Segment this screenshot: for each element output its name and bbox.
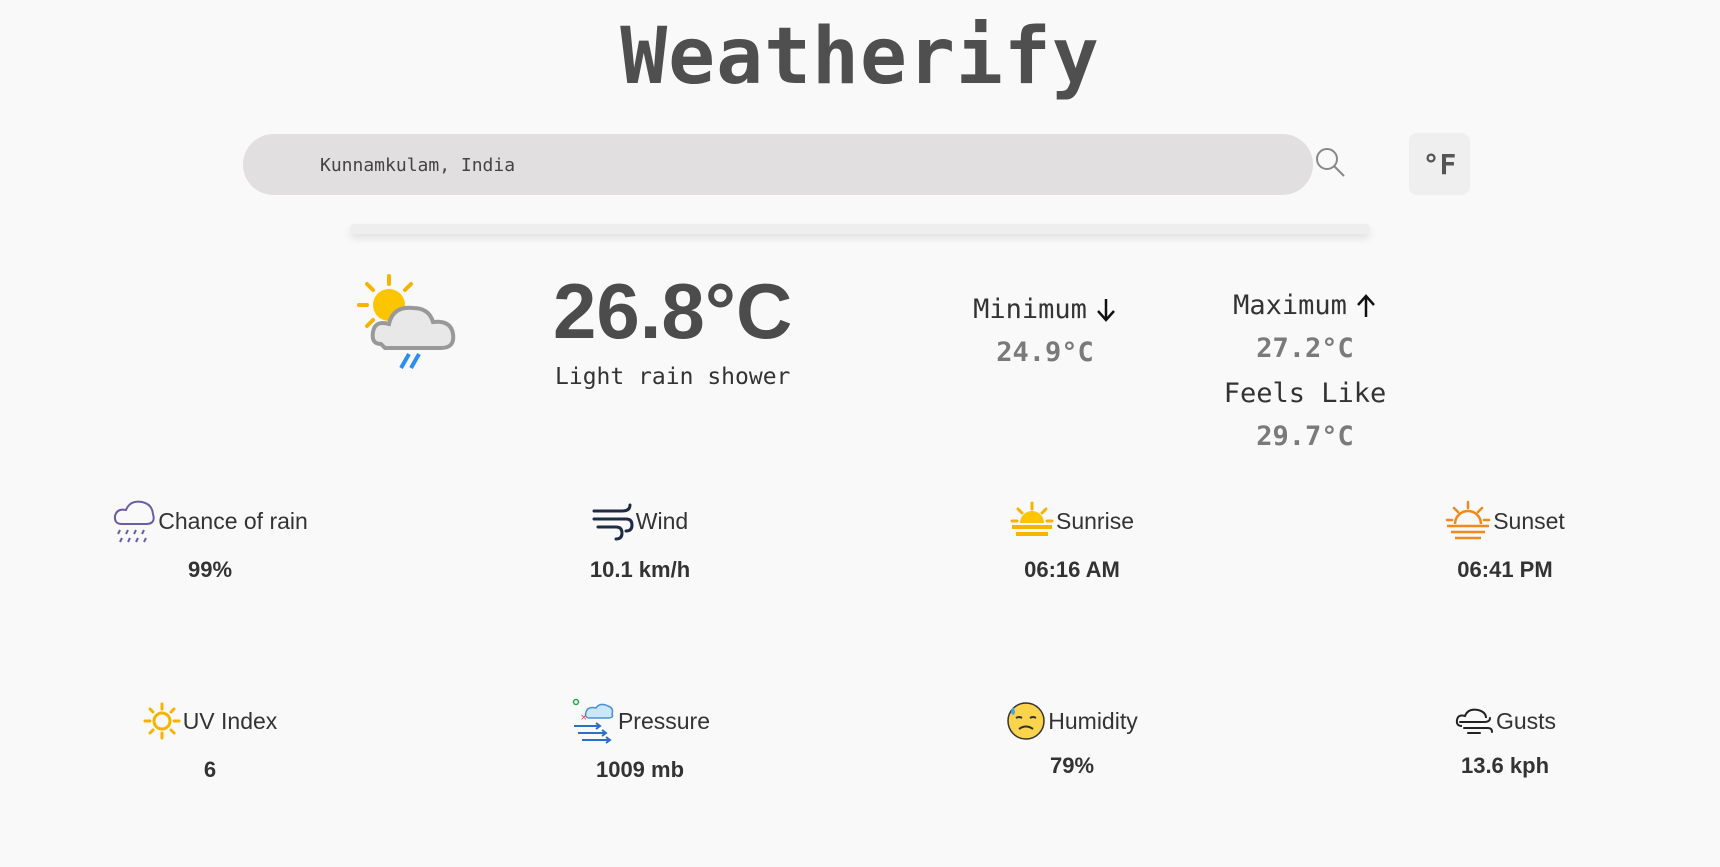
maximum-temp-block: Maximum 27.2°C Feels Like 29.7°C — [1170, 290, 1440, 452]
stat-value: 06:41 PM — [1457, 557, 1553, 582]
stat-label: Pressure — [617, 707, 711, 734]
stat-sunrise: Sunrise 06:16 AM — [862, 497, 1282, 583]
stat-uv-index: UV Index 6 — [0, 697, 420, 783]
search-input[interactable] — [318, 134, 1272, 197]
stat-value: 10.1 km/h — [589, 557, 691, 582]
stat-value: 1009 mb — [595, 757, 685, 782]
stat-label: Humidity — [1048, 707, 1138, 734]
maximum-label: Maximum — [1233, 290, 1347, 321]
divider — [350, 224, 1370, 234]
unit-toggle-button[interactable]: °F — [1409, 133, 1470, 195]
stat-wind: Wind 10.1 km/h — [430, 497, 850, 583]
sunrise-icon — [1010, 501, 1054, 536]
rain-cloud-icon — [114, 500, 155, 543]
stat-value: 6 — [203, 757, 217, 782]
stat-label: Chance of rain — [158, 507, 308, 534]
stat-value: 13.6 kph — [1460, 753, 1550, 778]
sun-icon — [143, 702, 181, 740]
stat-chance-of-rain: Chance of rain 99% — [0, 497, 420, 583]
arrow-up-icon — [1356, 293, 1375, 317]
stat-value: 79% — [1049, 753, 1095, 778]
minimum-value: 24.9°C — [996, 337, 1094, 368]
search-bar[interactable] — [243, 134, 1313, 197]
sweating-face-icon — [1007, 702, 1046, 740]
weather-condition: Light rain shower — [555, 364, 791, 390]
sun-cloud-rain-icon — [357, 274, 456, 369]
wind-icon — [592, 503, 634, 541]
stat-value: 99% — [187, 557, 233, 582]
stat-sunset: Sunset 06:41 PM — [1295, 497, 1715, 583]
maximum-value: 27.2°C — [1256, 333, 1354, 364]
svg-text:×: × — [580, 713, 588, 723]
minimum-label: Minimum — [973, 294, 1087, 325]
stat-humidity: Humidity 79% — [862, 697, 1282, 779]
minimum-temp-block: Minimum 24.9°C — [900, 294, 1190, 368]
stat-label: Sunrise — [1056, 507, 1134, 534]
stat-label: UV Index — [182, 707, 278, 734]
app-title: Weatherify — [620, 12, 1100, 102]
search-icon[interactable] — [1313, 146, 1347, 180]
arrow-down-icon — [1096, 298, 1115, 322]
stat-label: Wind — [635, 507, 689, 534]
stat-label: Gusts — [1495, 707, 1557, 734]
stat-label: Sunset — [1493, 507, 1565, 534]
stat-gusts: Gusts 13.6 kph — [1295, 697, 1715, 779]
current-temperature: 26.8°C — [553, 267, 793, 355]
pressure-icon: × — [572, 698, 614, 744]
gusts-icon — [1455, 708, 1493, 734]
sunset-icon — [1445, 500, 1491, 540]
feels-like-label: Feels Like — [1223, 378, 1387, 409]
stat-value: 06:16 AM — [1024, 557, 1120, 582]
stat-pressure: × Pressure 1009 mb — [430, 697, 850, 783]
feels-like-value: 29.7°C — [1256, 421, 1354, 452]
